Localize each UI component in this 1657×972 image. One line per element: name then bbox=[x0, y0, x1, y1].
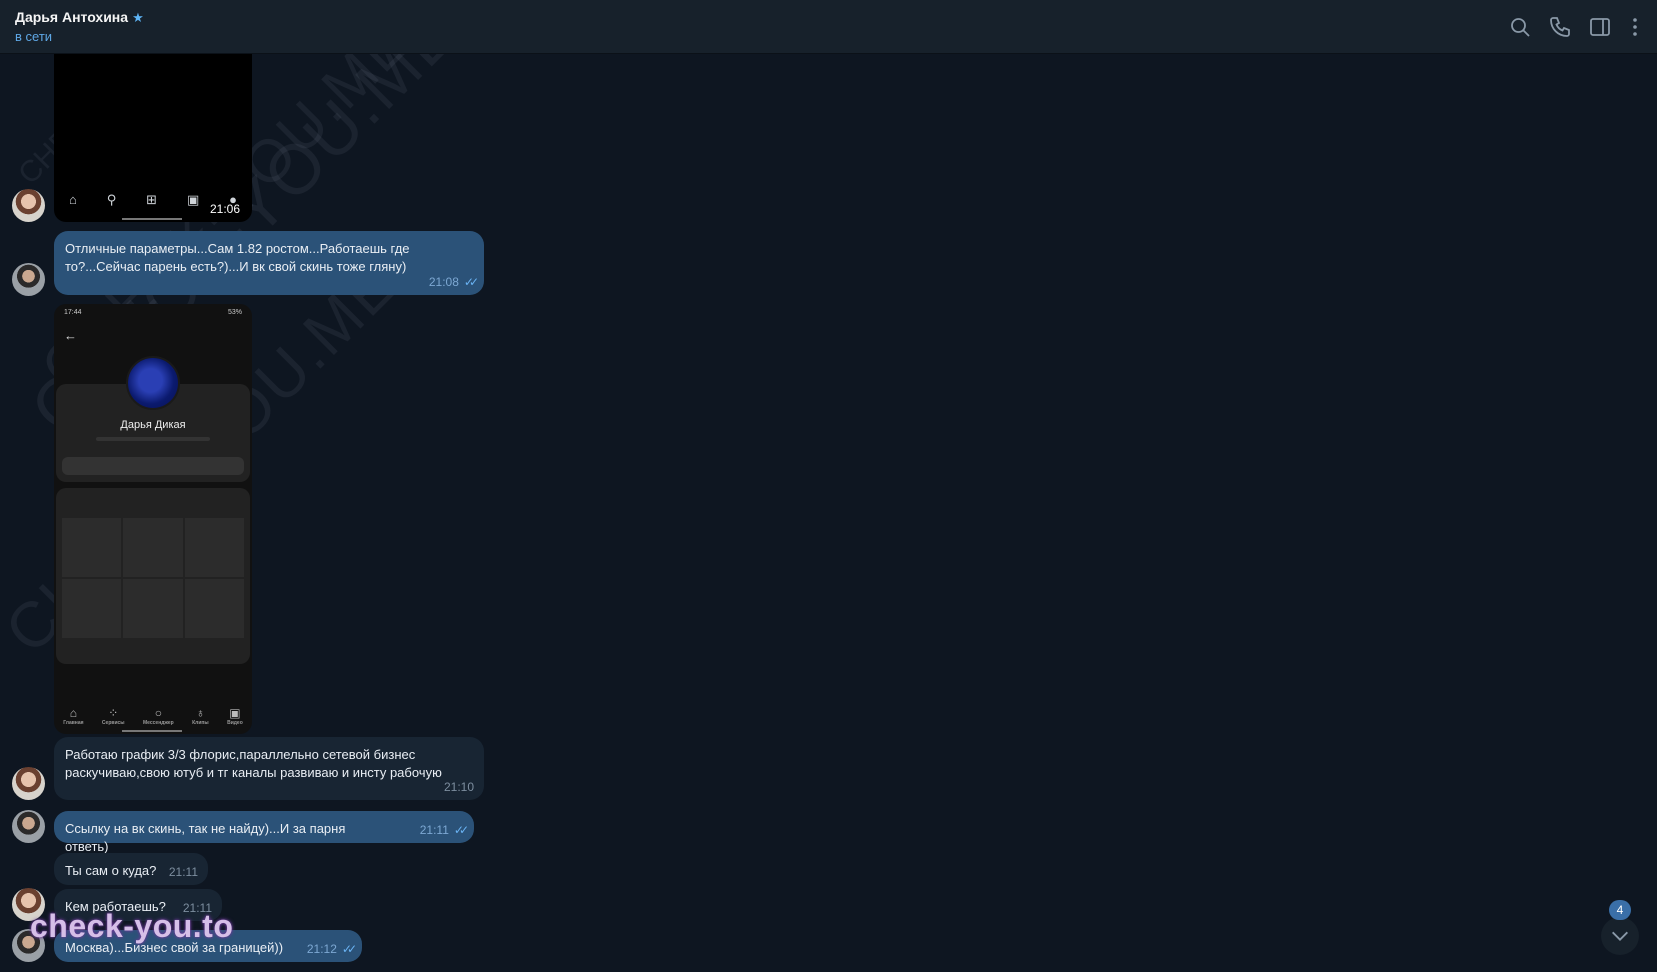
nav-item: ♁ Клипы bbox=[192, 706, 209, 726]
profile-picture bbox=[126, 356, 180, 410]
video-icon: ▣ bbox=[229, 706, 241, 720]
message-time: 21:10 bbox=[443, 780, 474, 794]
status-time: 17:44 bbox=[64, 309, 82, 316]
message-meta: 21:11 ✓✓ bbox=[419, 821, 469, 839]
scroll-down-button[interactable] bbox=[1601, 917, 1639, 955]
sidebar-icon[interactable] bbox=[1588, 15, 1612, 39]
more-icon[interactable] bbox=[1623, 15, 1647, 39]
avatar[interactable] bbox=[12, 810, 45, 843]
double-check-icon: ✓✓ bbox=[453, 823, 469, 837]
double-check-icon: ✓✓ bbox=[341, 942, 357, 956]
photo-grid bbox=[62, 518, 244, 638]
contact-status: в сети bbox=[15, 29, 53, 44]
profile-subline bbox=[96, 437, 210, 441]
profile-name: Дарья Дикая bbox=[120, 419, 186, 431]
nav-item: ▣ Видео bbox=[227, 706, 243, 726]
image-attachment[interactable]: ⌂ ⚲ ⊞ ▣ ● 21:06 bbox=[54, 54, 252, 222]
home-indicator bbox=[122, 730, 182, 732]
double-check-icon: ✓✓ bbox=[463, 275, 479, 289]
contact-name-text: Дарья Антохина bbox=[15, 9, 129, 25]
nav-item: ⌂ Главная bbox=[63, 706, 84, 726]
phone-statusbar: 17:44 53% bbox=[64, 309, 242, 316]
services-icon: ⁘ bbox=[108, 706, 119, 720]
message-bubble[interactable]: Отличные параметры...Сам 1.82 ростом...Р… bbox=[54, 231, 484, 295]
message-meta: 21:11 bbox=[169, 863, 198, 881]
message-text: Ссылку на вк скинь, так не найду)...И за… bbox=[65, 821, 346, 854]
message-meta: 21:10 bbox=[444, 778, 474, 796]
message-time: 21:12 bbox=[306, 942, 337, 956]
message-bubble[interactable]: Работаю график 3/3 флорис,параллельно се… bbox=[54, 737, 484, 800]
message-bubble[interactable]: Ссылку на вк скинь, так не найду)...И за… bbox=[54, 811, 474, 854]
message-bubble[interactable]: Ты сам о куда? 21:11 bbox=[54, 853, 208, 885]
avatar[interactable] bbox=[12, 263, 45, 296]
home-icon: ⌂ bbox=[69, 706, 77, 720]
message-meta: 21:12 ✓✓ bbox=[306, 940, 357, 958]
avatar[interactable] bbox=[12, 767, 45, 800]
back-arrow-icon: ← bbox=[64, 328, 77, 343]
battery-level: 53% bbox=[227, 309, 242, 316]
image-attachment[interactable]: 17:44 53% ← Дарья Дикая ⌂ Главная ⁘ Сервис… bbox=[54, 304, 252, 734]
calendar-icon: ▣ bbox=[186, 192, 200, 207]
search-icon: ⚲ bbox=[106, 192, 117, 207]
contact-name[interactable]: Дарья Антохина ★ bbox=[15, 9, 144, 26]
search-icon[interactable] bbox=[1508, 15, 1532, 39]
chevron-down-icon bbox=[1612, 931, 1628, 941]
phone-navbar: ⌂ Главная ⁘ Сервисы ○ Мессенджер ♁ Клипы ▣ Ви… bbox=[54, 706, 252, 726]
home-icon: ⌂ bbox=[68, 192, 77, 207]
message-time: 21:08 bbox=[428, 275, 459, 289]
chat-icon: ○ bbox=[154, 706, 162, 720]
message-meta: 21:08 ✓✓ bbox=[428, 273, 479, 291]
avatar[interactable] bbox=[12, 189, 45, 222]
chat-header: Дарья Антохина ★ в сети bbox=[0, 0, 1657, 54]
premium-star-icon: ★ bbox=[132, 10, 144, 25]
message-text: Отличные параметры...Сам 1.82 ростом...Р… bbox=[65, 241, 410, 274]
phone-icon[interactable] bbox=[1548, 15, 1572, 39]
clips-icon: ♁ bbox=[195, 706, 205, 720]
add-icon: ⊞ bbox=[146, 192, 158, 207]
message-text: Работаю график 3/3 флорис,параллельно се… bbox=[65, 747, 442, 780]
nav-item: ⁘ Сервисы bbox=[101, 706, 125, 726]
nav-item: ○ Мессенджер bbox=[142, 706, 174, 726]
message-time: 21:06 bbox=[209, 202, 240, 216]
unread-badge: 4 bbox=[1609, 900, 1631, 920]
watermark-logo: check-you.to bbox=[30, 908, 234, 944]
message-time: 21:11 bbox=[168, 865, 198, 879]
home-indicator bbox=[122, 218, 182, 220]
message-time: 21:11 bbox=[419, 823, 449, 837]
profile-field bbox=[62, 457, 244, 475]
